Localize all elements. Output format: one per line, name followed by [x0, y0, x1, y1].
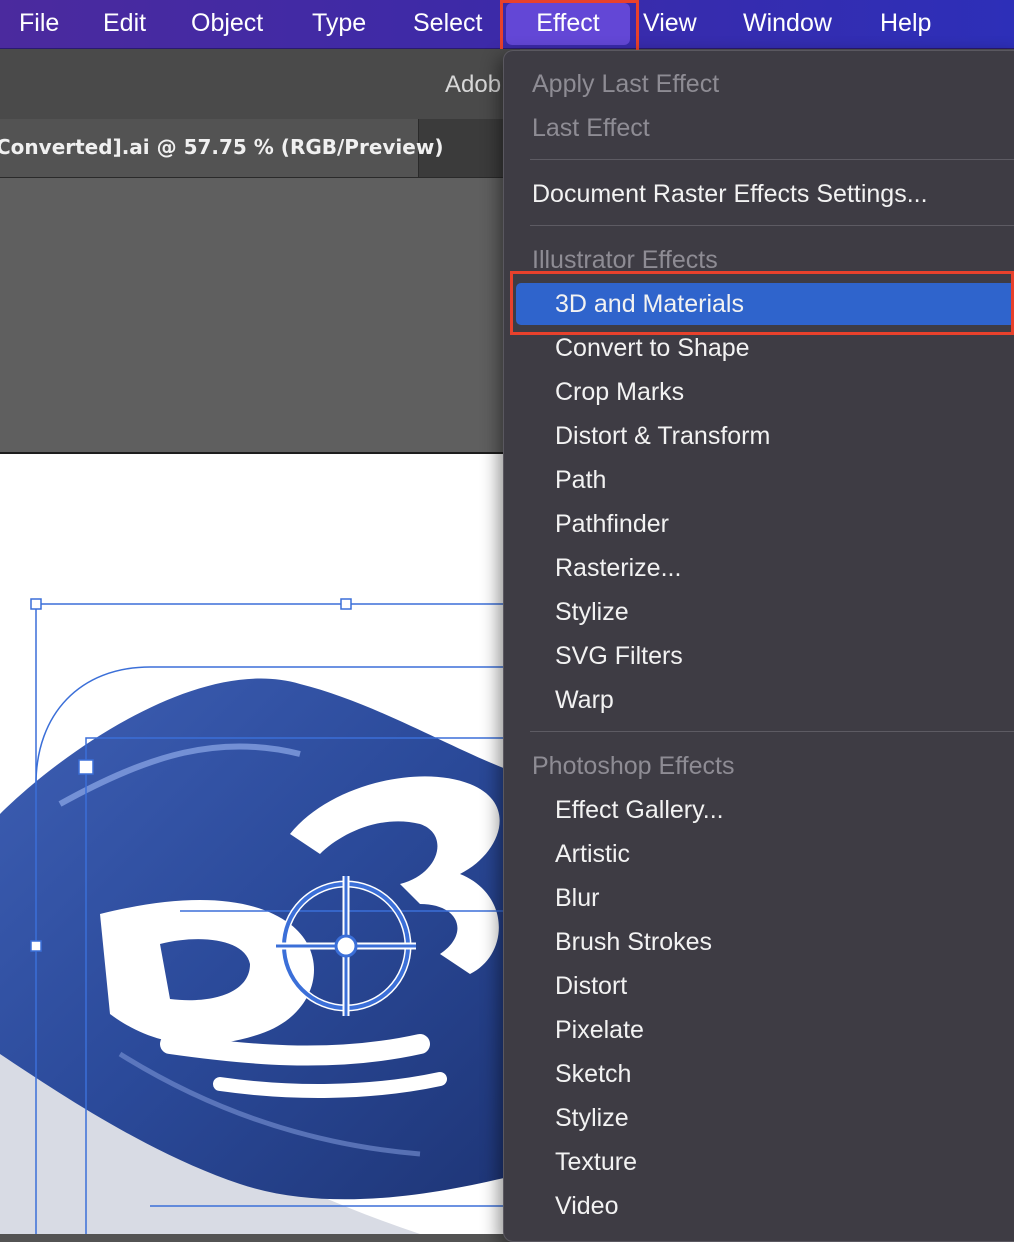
app-header: Adob	[0, 49, 520, 119]
menu-object[interactable]: Object	[191, 0, 263, 48]
menu-item-apply-last-effect[interactable]: Apply Last Effect	[532, 63, 1014, 105]
menu-item-convert-to-shape[interactable]: Convert to Shape	[555, 327, 1014, 369]
menu-separator	[530, 731, 1014, 732]
menu-separator	[530, 159, 1014, 160]
menu-header-illustrator-effects: Illustrator Effects	[532, 246, 718, 274]
menu-item-pixelate[interactable]: Pixelate	[555, 1009, 1014, 1051]
menu-item-video[interactable]: Video	[555, 1185, 1014, 1227]
handle-top-left	[30, 598, 42, 610]
document-tab[interactable]: Converted].ai @ 57.75 % (RGB/Preview)	[0, 119, 443, 177]
menu-item-sketch[interactable]: Sketch	[555, 1053, 1014, 1095]
menu-item-effect-gallery[interactable]: Effect Gallery...	[555, 789, 1014, 831]
artwork[interactable]	[0, 454, 520, 1234]
menu-item-artistic[interactable]: Artistic	[555, 833, 1014, 875]
canvas-pasteboard	[0, 178, 520, 452]
menu-item-pathfinder[interactable]: Pathfinder	[555, 503, 1014, 545]
menu-view[interactable]: View	[643, 0, 697, 48]
effect-menu: Apply Last Effect Last Effect Document R…	[503, 50, 1014, 1242]
menu-select[interactable]: Select	[413, 0, 482, 48]
menu-file[interactable]: File	[19, 0, 59, 48]
menu-header-photoshop-effects: Photoshop Effects	[532, 752, 735, 780]
menu-item-stylize-photoshop[interactable]: Stylize	[555, 1097, 1014, 1139]
artboard[interactable]	[0, 452, 520, 1234]
menu-item-crop-marks[interactable]: Crop Marks	[555, 371, 1014, 413]
menu-help[interactable]: Help	[880, 0, 931, 48]
menu-item-last-effect[interactable]: Last Effect	[532, 107, 1014, 149]
menu-item-brush-strokes[interactable]: Brush Strokes	[555, 921, 1014, 963]
menu-item-distort-transform[interactable]: Distort & Transform	[555, 415, 1014, 457]
menu-item-path[interactable]: Path	[555, 459, 1014, 501]
handle-inner	[78, 759, 94, 775]
menu-item-rasterize[interactable]: Rasterize...	[555, 547, 1014, 589]
menu-bar: File Edit Object Type Select Effect View…	[0, 0, 1014, 49]
document-tab-bar: Converted].ai @ 57.75 % (RGB/Preview)	[0, 119, 520, 178]
menu-item-blur[interactable]: Blur	[555, 877, 1014, 919]
menu-window[interactable]: Window	[743, 0, 832, 48]
menu-item-texture[interactable]: Texture	[555, 1141, 1014, 1183]
menu-item-svg-filters[interactable]: SVG Filters	[555, 635, 1014, 677]
menu-separator	[530, 225, 1014, 226]
menu-edit[interactable]: Edit	[103, 0, 146, 48]
menu-item-warp[interactable]: Warp	[555, 679, 1014, 721]
menu-item-stylize[interactable]: Stylize	[555, 591, 1014, 633]
document-tab-label: Converted].ai @ 57.75 % (RGB/Preview)	[0, 135, 444, 159]
menu-item-document-raster-effects-settings[interactable]: Document Raster Effects Settings...	[532, 173, 1014, 215]
menu-item-distort[interactable]: Distort	[555, 965, 1014, 1007]
handle-middle-left	[30, 940, 42, 952]
menu-type[interactable]: Type	[312, 0, 366, 48]
app-title: Adob	[445, 71, 502, 98]
menu-effect[interactable]: Effect	[506, 3, 630, 45]
menu-item-3d-and-materials[interactable]: 3D and Materials	[516, 283, 1014, 325]
artwork-stroke-1	[160, 1034, 430, 1066]
handle-top-middle	[340, 598, 352, 610]
